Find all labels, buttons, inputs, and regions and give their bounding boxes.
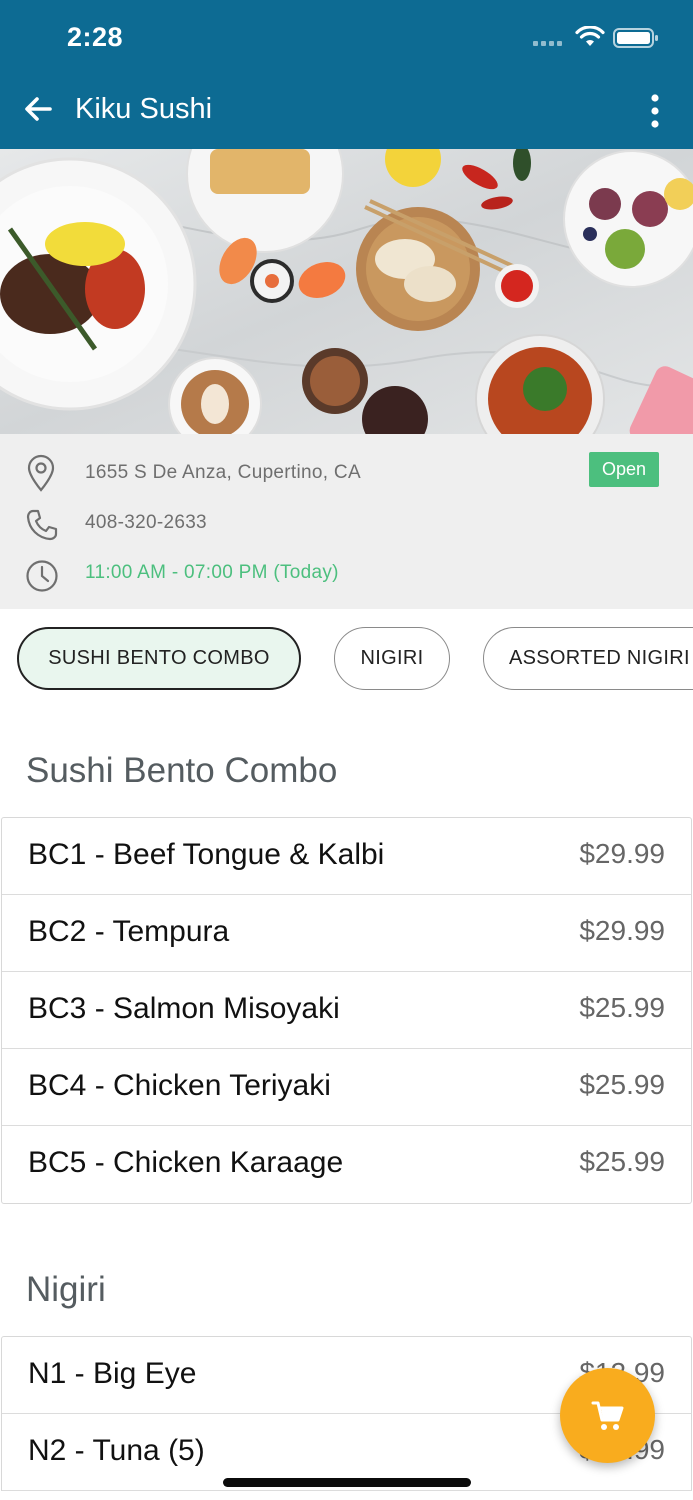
menu-list-sushi-bento-combo: BC1 - Beef Tongue & Kalbi $29.99 BC2 - T… bbox=[1, 817, 692, 1204]
arrow-left-icon[interactable] bbox=[22, 93, 54, 125]
location-pin-icon bbox=[27, 454, 55, 492]
menu-item[interactable]: BC5 - Chicken Karaage $25.99 bbox=[2, 1126, 691, 1203]
app-header: 2:28 Kiku Sushi bbox=[0, 0, 693, 149]
phone-text: 408-320-2633 bbox=[85, 512, 207, 533]
menu-item[interactable]: BC4 - Chicken Teriyaki $25.99 bbox=[2, 1049, 691, 1126]
menu-item[interactable]: BC3 - Salmon Misoyaki $25.99 bbox=[2, 972, 691, 1049]
page-title: Kiku Sushi bbox=[75, 93, 213, 125]
cart-button[interactable] bbox=[560, 1368, 655, 1463]
item-name: N2 - Tuna (5) bbox=[28, 1434, 205, 1467]
item-name: BC1 - Beef Tongue & Kalbi bbox=[28, 838, 385, 871]
hours-row: 11:00 AM - 07:00 PM (Today) bbox=[0, 552, 693, 592]
category-chip-nigiri[interactable]: NIGIRI bbox=[334, 627, 450, 690]
item-name: BC3 - Salmon Misoyaki bbox=[28, 992, 340, 1025]
item-price: $25.99 bbox=[579, 1146, 665, 1177]
section-title-sushi-bento-combo: Sushi Bento Combo bbox=[26, 751, 338, 790]
item-name: BC4 - Chicken Teriyaki bbox=[28, 1069, 331, 1102]
home-indicator[interactable] bbox=[223, 1478, 471, 1487]
category-chip-sushi-bento-combo[interactable]: SUSHI BENTO COMBO bbox=[17, 627, 301, 690]
battery-icon bbox=[613, 28, 658, 48]
menu-item[interactable]: BC1 - Beef Tongue & Kalbi $29.99 bbox=[2, 818, 691, 895]
phone-icon bbox=[26, 509, 58, 541]
category-chip-assorted-nigiri[interactable]: ASSORTED NIGIRI bbox=[483, 627, 693, 690]
clock-icon bbox=[26, 560, 58, 592]
phone-row[interactable]: 408-320-2633 bbox=[0, 502, 693, 542]
shopping-cart-icon bbox=[591, 1401, 623, 1430]
cellular-signal-icon bbox=[533, 41, 562, 46]
item-name: N1 - Big Eye bbox=[28, 1357, 197, 1390]
section-title-nigiri: Nigiri bbox=[26, 1270, 106, 1309]
wifi-icon bbox=[575, 26, 605, 46]
item-price: $25.99 bbox=[579, 992, 665, 1023]
item-name: BC2 - Tempura bbox=[28, 915, 230, 948]
status-time: 2:28 bbox=[67, 22, 124, 52]
open-status-badge: Open bbox=[589, 452, 659, 487]
address-text: 1655 S De Anza, Cupertino, CA bbox=[85, 462, 361, 483]
hours-text: 11:00 AM - 07:00 PM (Today) bbox=[85, 562, 339, 583]
item-name: BC5 - Chicken Karaage bbox=[28, 1146, 344, 1179]
restaurant-hero-image bbox=[0, 149, 693, 434]
menu-item[interactable]: BC2 - Tempura $29.99 bbox=[2, 895, 691, 972]
item-price: $29.99 bbox=[579, 915, 665, 946]
item-price: $29.99 bbox=[579, 838, 665, 869]
more-vertical-icon[interactable] bbox=[648, 94, 662, 128]
category-tabs: SUSHI BENTO COMBO NIGIRI ASSORTED NIGIRI bbox=[0, 609, 693, 709]
food-photo bbox=[0, 149, 693, 434]
item-price: $25.99 bbox=[579, 1069, 665, 1100]
